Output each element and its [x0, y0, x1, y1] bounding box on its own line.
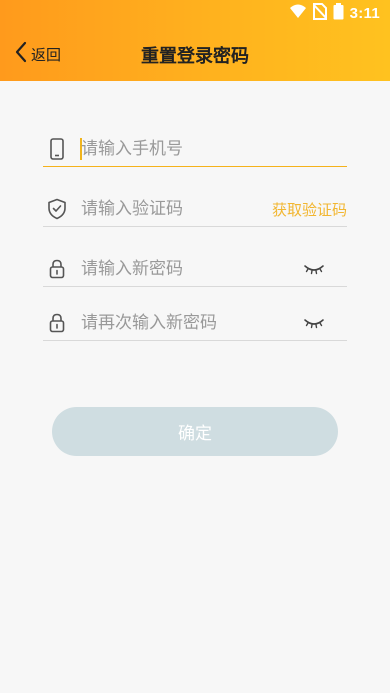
no-sim-icon: [311, 2, 328, 24]
phone-input[interactable]: [81, 135, 281, 163]
wifi-icon: [289, 3, 307, 23]
eye-closed-icon[interactable]: [303, 259, 325, 279]
get-code-button[interactable]: 获取验证码: [272, 199, 347, 220]
code-input[interactable]: [81, 195, 281, 223]
eye-closed-icon[interactable]: [303, 313, 325, 333]
phone-icon: [45, 137, 69, 161]
confirm-password-field: [43, 305, 347, 341]
new-password-input[interactable]: [81, 255, 281, 283]
nav-bar: 返回 重置登录密码: [0, 34, 390, 74]
page-title: 重置登录密码: [141, 46, 249, 67]
shield-check-icon: [45, 197, 69, 221]
status-time: 3:11: [349, 4, 380, 22]
new-password-field: [43, 251, 347, 287]
lock-icon: [45, 257, 69, 281]
status-bar: 3:11: [289, 2, 380, 24]
lock-icon: [45, 311, 69, 335]
code-field: 获取验证码: [43, 191, 347, 227]
phone-field: [43, 131, 347, 167]
battery-icon: [333, 2, 344, 24]
confirm-password-input[interactable]: [81, 309, 281, 337]
confirm-button[interactable]: 确定: [52, 407, 338, 456]
app-header: 3:11 返回 重置登录密码: [0, 0, 390, 81]
